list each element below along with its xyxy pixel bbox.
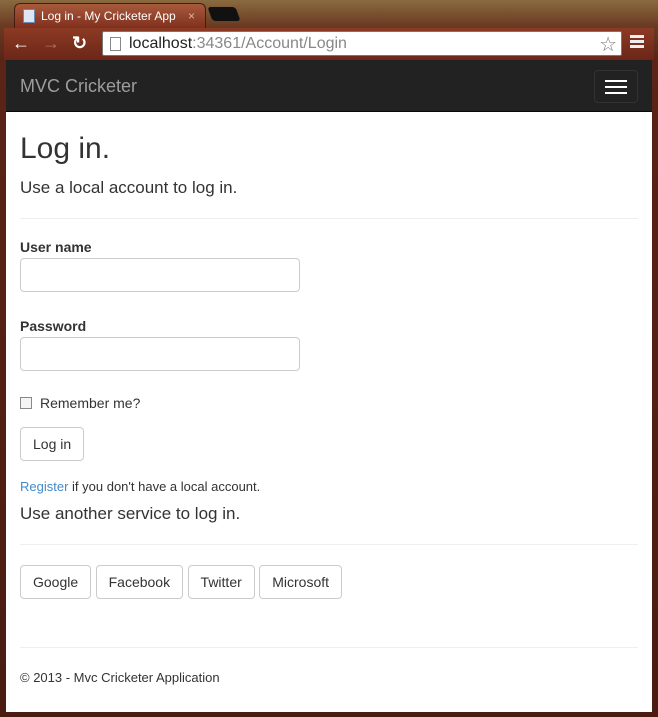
remember-me: Remember me?	[20, 395, 638, 411]
external-providers: Google Facebook Twitter Microsoft	[20, 565, 638, 599]
page-favicon-icon	[23, 9, 35, 23]
divider	[20, 218, 638, 219]
remember-me-label: Remember me?	[40, 395, 141, 411]
facebook-login-button[interactable]: Facebook	[95, 565, 184, 599]
page-subtitle: Use a local account to log in.	[20, 178, 238, 197]
footer: © 2013 - Mvc Cricketer Application	[20, 647, 638, 685]
password-input[interactable]	[20, 337, 300, 371]
page-title: Log in.	[20, 132, 111, 165]
reload-icon[interactable]: ↻	[72, 33, 87, 54]
close-tab-icon[interactable]: ×	[188, 9, 195, 23]
new-tab-button[interactable]	[207, 7, 241, 21]
register-link[interactable]: Register	[20, 479, 68, 494]
back-icon[interactable]: ←	[12, 33, 30, 54]
navbar: MVC Cricketer	[6, 60, 652, 112]
page-icon	[110, 37, 121, 51]
external-login-title: Use another service to log in.	[20, 504, 241, 523]
browser-menu-icon[interactable]	[630, 35, 644, 50]
tab-title: Log in - My Cricketer App	[41, 9, 176, 23]
forward-icon[interactable]: →	[42, 33, 60, 54]
navbar-toggle-hamburger-icon[interactable]	[594, 70, 638, 103]
twitter-login-button[interactable]: Twitter	[187, 565, 255, 599]
address-bar[interactable]: localhost:34361/Account/Login ☆	[102, 31, 622, 56]
browser-tab[interactable]: Log in - My Cricketer App ×	[14, 3, 206, 29]
url-host: localhost	[129, 35, 193, 52]
microsoft-login-button[interactable]: Microsoft	[259, 565, 343, 599]
navbar-brand[interactable]: MVC Cricketer	[20, 76, 137, 97]
bookmark-star-icon[interactable]: ☆	[599, 32, 617, 57]
password-label: Password	[20, 318, 87, 334]
footer-text: © 2013 - Mvc Cricketer Application	[20, 670, 220, 685]
register-text: if you don't have a local account.	[68, 479, 261, 494]
remember-me-checkbox[interactable]	[20, 397, 32, 409]
username-input[interactable]	[20, 258, 300, 292]
url-path: :34361/Account/Login	[192, 35, 347, 52]
login-button[interactable]: Log in	[20, 427, 85, 461]
browser-toolbar: ← → ↻ localhost:34361/Account/Login ☆	[4, 28, 654, 60]
divider	[20, 544, 638, 545]
page-viewport: MVC Cricketer Log in. Use a local accoun…	[6, 60, 652, 712]
google-login-button[interactable]: Google	[20, 565, 92, 599]
username-label: User name	[20, 239, 92, 255]
